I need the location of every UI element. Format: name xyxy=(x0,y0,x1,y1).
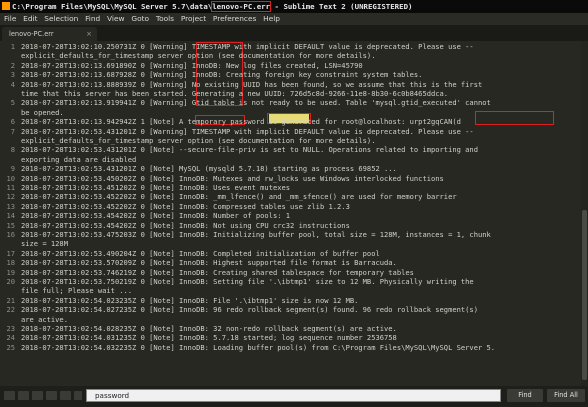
sublime-app-icon xyxy=(2,2,10,10)
regex-toggle-icon[interactable] xyxy=(4,391,15,400)
scrollbar-thumb[interactable] xyxy=(582,210,587,380)
menu-preferences[interactable]: Preferences xyxy=(210,13,260,25)
log-line: 2018-07-28T13:02:54.028235Z 0 [Note] Inn… xyxy=(21,324,397,333)
log-line: 2018-07-28T13:02:53.475203Z 0 [Note] Inn… xyxy=(21,230,491,239)
log-line: 2018-07-28T13:02:53.451202Z 0 [Note] Inn… xyxy=(21,183,291,192)
close-icon[interactable]: × xyxy=(86,27,92,41)
menu-project[interactable]: Project xyxy=(177,13,209,25)
menu-find[interactable]: Find xyxy=(82,13,104,25)
tab-lenovo-pc-err[interactable]: lenovo-PC.err × xyxy=(2,27,97,41)
title-filename-highlight: lenovo-PC.err xyxy=(211,1,272,12)
log-line: size = 128M xyxy=(21,239,68,249)
highlight-matches-toggle-icon[interactable] xyxy=(74,391,82,400)
log-line: time that this server has been started. … xyxy=(21,89,449,98)
in-selection-toggle-icon[interactable] xyxy=(60,391,71,400)
line-number: 15 xyxy=(6,220,15,230)
log-line: 2018-07-28T13:02:53.570209Z 0 [Note] Inn… xyxy=(21,258,397,268)
log-line: 2018-07-28T13:02:53.746219Z 0 [Note] Inn… xyxy=(21,267,414,277)
line-number: 19 xyxy=(6,267,15,277)
tab-label: lenovo-PC.err xyxy=(9,30,54,38)
log-line: 2018-07-28T13:02:13.942942Z 1 [Note] A t… xyxy=(21,117,461,127)
tab-bar: lenovo-PC.err × xyxy=(0,25,588,41)
temp-password-highlight-box xyxy=(475,111,554,125)
log-line: file full; Please wait ... xyxy=(21,286,133,296)
line-number: 14 xyxy=(6,211,15,221)
log-line: 2018-07-28T13:02:13.888939Z 0 [Warning] … xyxy=(21,79,483,89)
line-number: 9 xyxy=(10,164,15,174)
log-line: 2018-07-28T13:02:13.691890Z 0 [Warning] … xyxy=(21,60,363,70)
log-line: 2018-07-28T13:02:53.490204Z 0 [Note] Inn… xyxy=(21,248,380,258)
title-path: C:\Program Files\MySQL\MySQL Server 5.7\… xyxy=(12,2,213,11)
find-all-button[interactable]: Find All xyxy=(547,389,585,402)
line-number: 20 xyxy=(6,277,15,286)
menu-tools[interactable]: Tools xyxy=(152,13,177,25)
line-number: 11 xyxy=(6,183,15,192)
menu-bar: File Edit Selection Find View Goto Tools Projec… xyxy=(0,13,588,25)
log-line: 2018-07-28T13:02:54.027235Z 0 [Note] Inn… xyxy=(21,305,478,315)
log-line: 2018-07-28T13:02:54.023235Z 0 [Note] Inn… xyxy=(21,295,359,305)
line-number: 8 xyxy=(10,145,15,155)
case-sensitive-toggle-icon[interactable] xyxy=(18,391,29,400)
menu-view[interactable]: View xyxy=(104,13,128,25)
line-number: 2 xyxy=(10,60,15,70)
menu-selection[interactable]: Selection xyxy=(41,13,82,25)
menu-goto[interactable]: Goto xyxy=(128,13,152,25)
log-line: 2018-07-28T13:02:13.687928Z 0 [Warning] … xyxy=(21,70,423,80)
wrap-toggle-icon[interactable] xyxy=(46,391,57,400)
line-number: 12 xyxy=(6,192,15,202)
line-number: 6 xyxy=(10,117,15,127)
title-app-name: - Sublime Text 2 (UNREGISTERED) xyxy=(270,2,413,11)
line-number: 24 xyxy=(6,333,15,343)
log-line: 2018-07-28T13:02:53.454202Z 0 [Note] Inn… xyxy=(21,220,350,230)
find-panel: password Find Find All xyxy=(0,386,588,407)
find-button[interactable]: Find xyxy=(507,389,543,402)
line-number: 23 xyxy=(6,324,15,333)
log-line: 2018-07-28T13:02:54.032235Z 0 [Note] Inn… xyxy=(21,342,496,352)
log-line: 2018-07-28T13:02:54.031235Z 0 [Note] Inn… xyxy=(21,333,397,343)
line-number: 16 xyxy=(6,230,15,239)
line-number: 13 xyxy=(6,201,15,211)
line-number: 3 xyxy=(10,70,15,80)
editor-text-area[interactable]: 1 2018-07-28T13:02:10.250731Z 0 [Warning]… xyxy=(0,41,588,386)
log-line: are active. xyxy=(21,314,68,324)
log-line: 2018-07-28T13:02:53.750219Z 0 [Note] Inn… xyxy=(21,277,474,286)
menu-file[interactable]: File xyxy=(0,13,20,25)
line-number: 10 xyxy=(6,173,15,183)
log-line: 2018-07-28T13:02:53.431201Z 0 [Note] MyS… xyxy=(21,164,397,174)
log-line: 2018-07-28T13:02:10.250731Z 0 [Warning] … xyxy=(21,42,474,51)
log-line: 2018-07-28T13:02:13.919941Z 0 [Warning] … xyxy=(21,98,491,108)
log-line: 2018-07-28T13:02:53.452202Z 0 [Note] Inn… xyxy=(21,201,350,211)
log-line: 2018-07-28T13:02:53.450202Z 0 [Note] Inn… xyxy=(21,173,444,183)
log-line: 2018-07-28T13:02:53.454202Z 0 [Note] Inn… xyxy=(21,211,291,221)
line-number: 4 xyxy=(10,79,15,89)
log-line: 2018-07-28T13:02:53.431201Z 0 [Note] --s… xyxy=(21,145,478,155)
log-line: 2018-07-28T13:02:53.452202Z 0 [Note] Inn… xyxy=(21,192,457,202)
line-number: 17 xyxy=(6,248,15,258)
log-line: explicit_defaults_for_timestamp server o… xyxy=(21,51,376,61)
log-line: 2018-07-28T13:02:53.431201Z 0 [Warning] … xyxy=(21,126,474,136)
line-number: 25 xyxy=(6,342,15,352)
window-title-bar: C:\Program Files\MySQL\MySQL Server 5.7\… xyxy=(0,0,588,13)
menu-help[interactable]: Help xyxy=(260,13,284,25)
line-number: 1 xyxy=(10,42,15,51)
line-number: 5 xyxy=(10,98,15,108)
line-number: 7 xyxy=(10,126,15,136)
log-line: explicit_defaults_for_timestamp server o… xyxy=(21,136,376,145)
line-number: 22 xyxy=(6,305,15,315)
whole-word-toggle-icon[interactable] xyxy=(32,391,43,400)
log-line: be opened. xyxy=(21,107,64,117)
find-input[interactable]: password xyxy=(86,389,501,402)
line-number: 21 xyxy=(6,295,15,305)
line-number: 18 xyxy=(6,258,15,268)
log-line: exporting data are disabled xyxy=(21,154,137,164)
menu-edit[interactable]: Edit xyxy=(20,13,41,25)
